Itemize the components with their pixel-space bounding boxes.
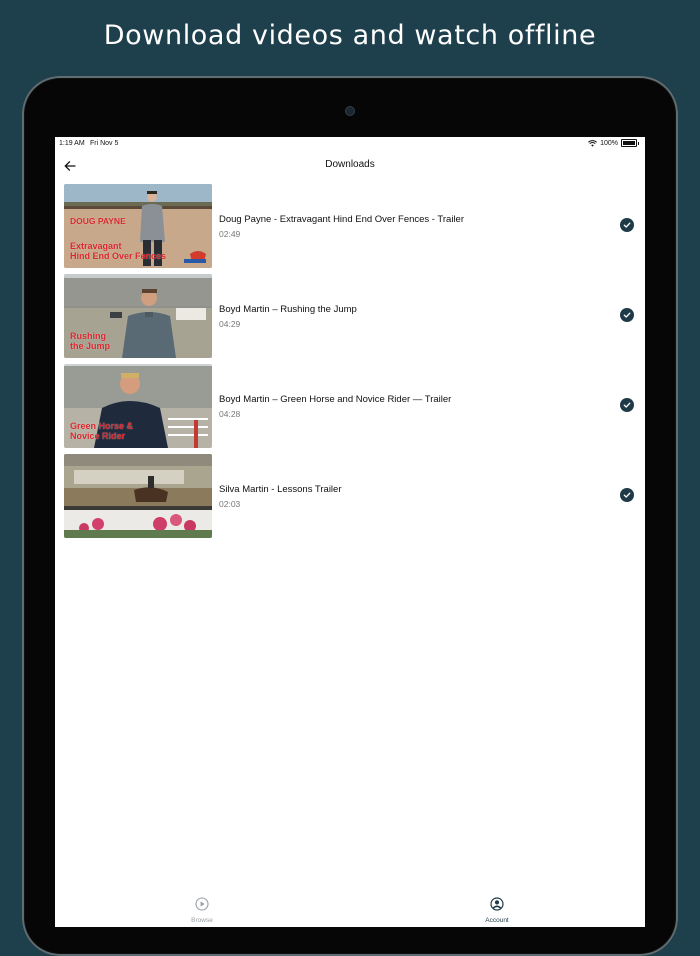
promo-headline: Download videos and watch offline <box>103 20 597 51</box>
battery-icon <box>621 139 637 147</box>
status-bar: 1:19 AM Fri Nov 5 100% <box>55 137 645 151</box>
tab-account[interactable]: Account <box>467 897 527 924</box>
download-item[interactable]: DOUG PAYNE Extravagant Hind End Over Fen… <box>55 183 645 273</box>
downloaded-check-icon <box>620 218 634 232</box>
account-icon <box>490 897 504 911</box>
thumb-overlay-text: Extravagant <box>70 241 122 251</box>
play-circle-icon <box>195 897 209 911</box>
tab-browse[interactable]: Browse <box>172 897 232 924</box>
thumb-overlay-text: Green Horse & <box>70 421 134 431</box>
downloads-list: DOUG PAYNE Extravagant Hind End Over Fen… <box>55 183 645 543</box>
tab-label: Browse <box>191 917 213 924</box>
video-thumbnail[interactable]: Green Horse & Novice Rider <box>64 364 212 448</box>
thumb-overlay-text: DOUG PAYNE <box>70 216 126 226</box>
video-title: Boyd Martin – Rushing the Jump <box>219 304 357 315</box>
status-time: 1:19 AM <box>59 140 85 147</box>
status-date: Fri Nov 5 <box>90 140 119 147</box>
wifi-icon <box>588 139 598 147</box>
video-duration: 02:03 <box>219 499 241 509</box>
downloaded-check-icon <box>620 308 634 322</box>
front-camera <box>346 107 354 115</box>
tab-label: Account <box>485 917 509 924</box>
status-indicators: 100% <box>588 139 639 147</box>
battery-tip <box>638 141 639 145</box>
thumb-overlay-text: Novice Rider <box>70 431 126 441</box>
tab-bar: Browse Account <box>55 895 645 927</box>
video-thumbnail[interactable] <box>64 454 212 538</box>
video-thumbnail[interactable]: DOUG PAYNE Extravagant Hind End Over Fen… <box>64 184 212 268</box>
video-duration: 02:49 <box>219 229 241 239</box>
video-title: Boyd Martin – Green Horse and Novice Rid… <box>219 394 452 405</box>
video-duration: 04:28 <box>219 409 241 419</box>
thumb-overlay-text: the Jump <box>70 341 111 351</box>
app-screen: 1:19 AM Fri Nov 5 100% Downloads DOUG PA… <box>55 137 645 927</box>
download-item[interactable]: Rushing the Jump Boyd Martin – Rushing t… <box>55 273 645 363</box>
thumb-overlay-text: Hind End Over Fences <box>70 251 167 261</box>
video-thumbnail[interactable]: Rushing the Jump <box>64 274 212 358</box>
battery-percent: 100% <box>600 139 618 147</box>
thumb-overlay-text: Rushing <box>70 331 106 341</box>
page-title: Downloads <box>325 159 375 170</box>
nav-bar: Downloads <box>55 155 645 177</box>
video-title: Silva Martin - Lessons Trailer <box>219 484 342 495</box>
download-item[interactable]: Silva Martin - Lessons Trailer 02:03 <box>55 453 645 543</box>
downloaded-check-icon <box>620 398 634 412</box>
download-item[interactable]: Green Horse & Novice Rider Boyd Martin –… <box>55 363 645 453</box>
video-duration: 04:29 <box>219 319 241 329</box>
downloaded-check-icon <box>620 488 634 502</box>
video-title: Doug Payne - Extravagant Hind End Over F… <box>219 214 465 225</box>
